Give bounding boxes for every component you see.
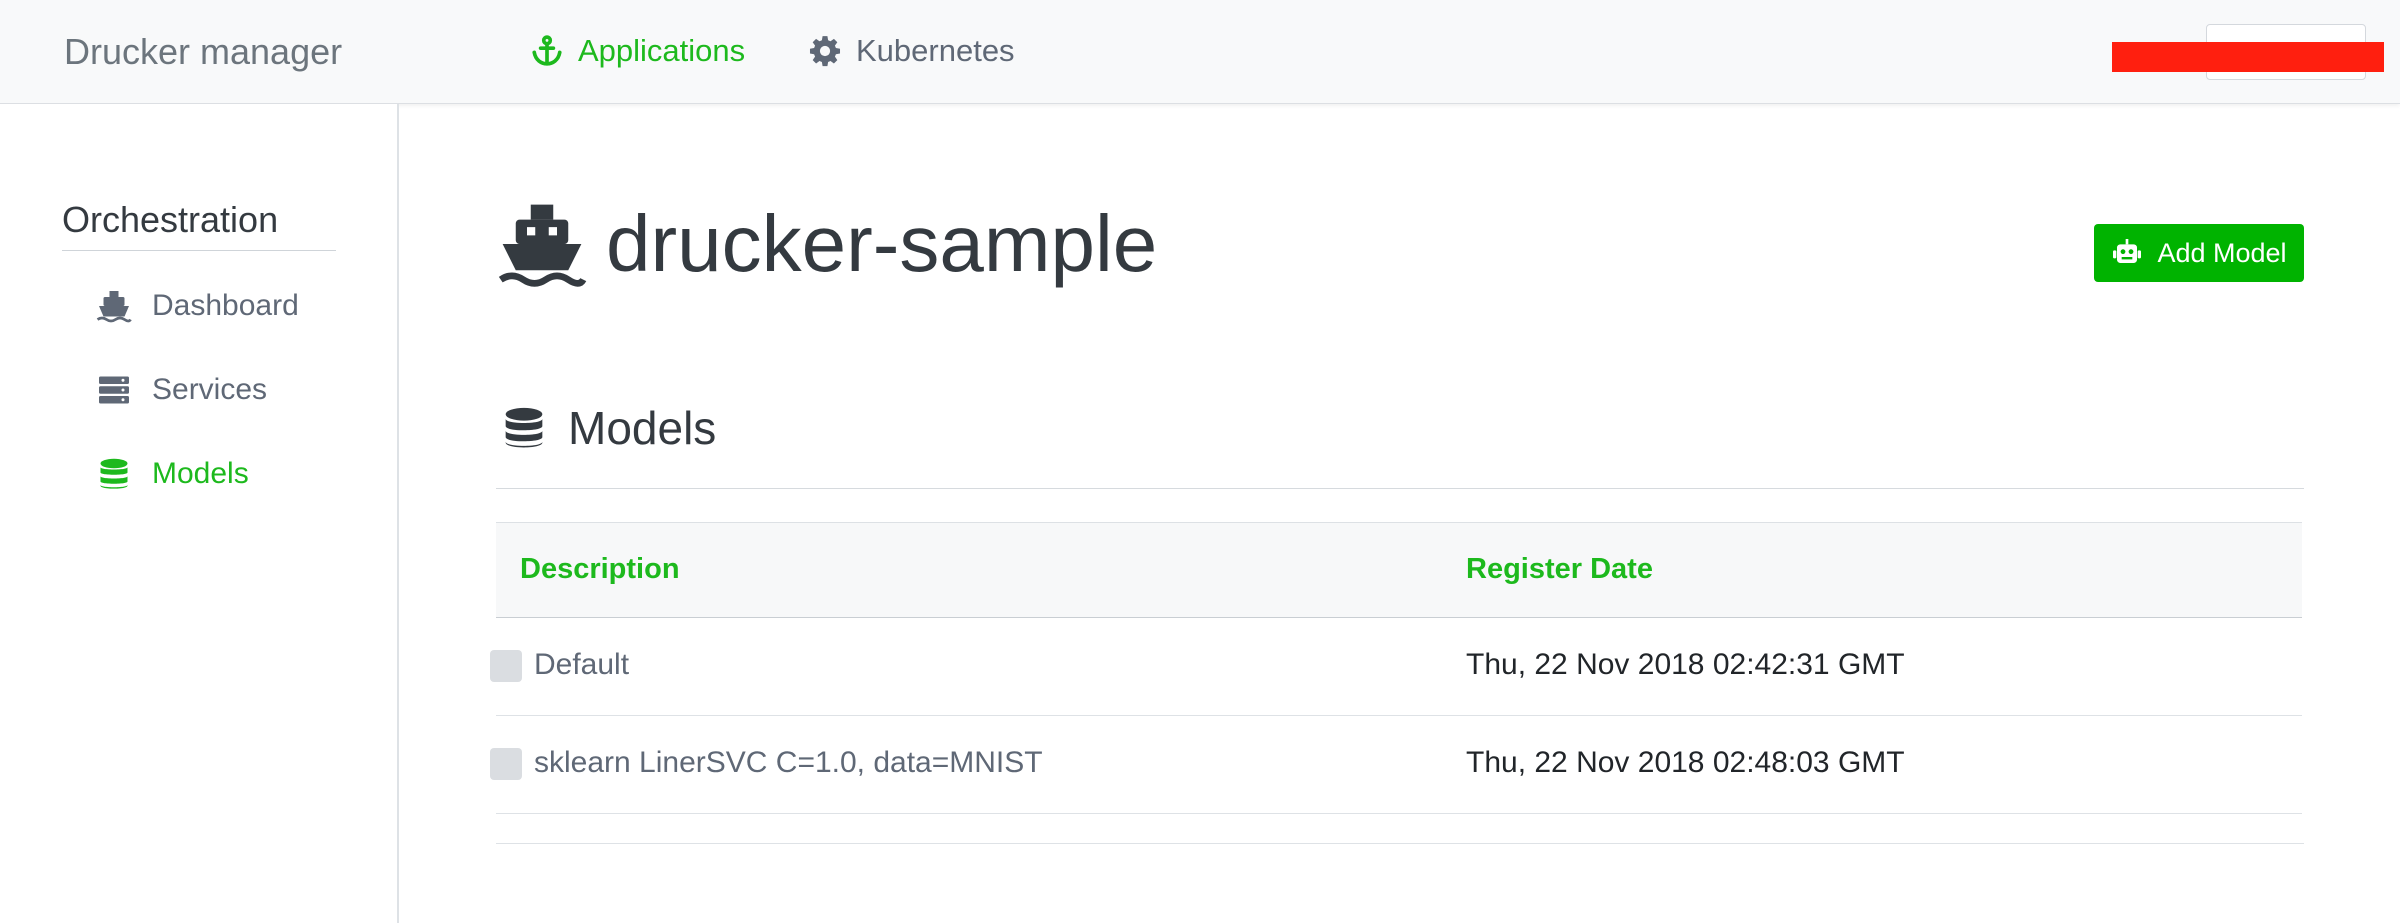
top-navbar: Drucker manager Applications Kubernetes [0, 0, 2400, 104]
models-table: Description Register Date Default Thu, 2… [490, 522, 2302, 814]
robot-icon [2113, 239, 2142, 263]
add-model-label: Add Model [2157, 237, 2287, 268]
ship-icon [498, 204, 587, 287]
section-heading: Models [502, 398, 716, 458]
row-checkbox[interactable] [490, 748, 522, 780]
column-header-description[interactable]: Description [520, 553, 680, 586]
sidebar-item-label: Models [152, 457, 249, 490]
sidebar-title: Orchestration [62, 196, 336, 251]
gear-icon [809, 36, 841, 67]
nav-applications[interactable]: Applications [530, 30, 745, 72]
add-model-button[interactable]: Add Model [2094, 224, 2304, 282]
ship-icon [96, 291, 132, 323]
section-title: Models [568, 402, 717, 454]
row-checkbox[interactable] [490, 650, 522, 682]
model-register-date: Thu, 22 Nov 2018 02:42:31 GMT [1466, 648, 1905, 681]
sidebar-item-label: Services [152, 373, 268, 406]
table-header: Description Register Date [496, 522, 2302, 618]
application-name: drucker-sample [606, 199, 1158, 288]
sidebar-item-services[interactable]: Services [96, 370, 267, 410]
sidebar: Orchestration Dashboard Services Models [0, 104, 399, 923]
nav-kubernetes-label: Kubernetes [856, 33, 1015, 68]
model-description[interactable]: Default [534, 646, 629, 684]
server-icon [99, 376, 129, 404]
table-row[interactable]: sklearn LinerSVC C=1.0, data=MNIST Thu, … [490, 716, 2302, 814]
page-title: drucker-sample [494, 196, 1157, 292]
database-icon [505, 407, 543, 448]
column-header-register-date[interactable]: Register Date [1466, 553, 1653, 586]
database-icon [100, 458, 128, 489]
sidebar-item-label: Dashboard [152, 289, 299, 322]
nav-applications-label: Applications [578, 33, 746, 68]
model-register-date: Thu, 22 Nov 2018 02:48:03 GMT [1466, 746, 1905, 779]
divider [496, 843, 2304, 844]
table-row[interactable]: Default Thu, 22 Nov 2018 02:42:31 GMT [490, 618, 2302, 716]
model-description[interactable]: sklearn LinerSVC C=1.0, data=MNIST [534, 744, 1043, 782]
nav-kubernetes[interactable]: Kubernetes [808, 30, 1015, 72]
sidebar-item-models[interactable]: Models [96, 454, 249, 494]
redacted-area [2112, 42, 2384, 72]
anchor-icon [532, 35, 562, 66]
brand-title[interactable]: Drucker manager [64, 30, 342, 74]
sidebar-item-dashboard[interactable]: Dashboard [96, 286, 299, 326]
divider [496, 488, 2304, 489]
